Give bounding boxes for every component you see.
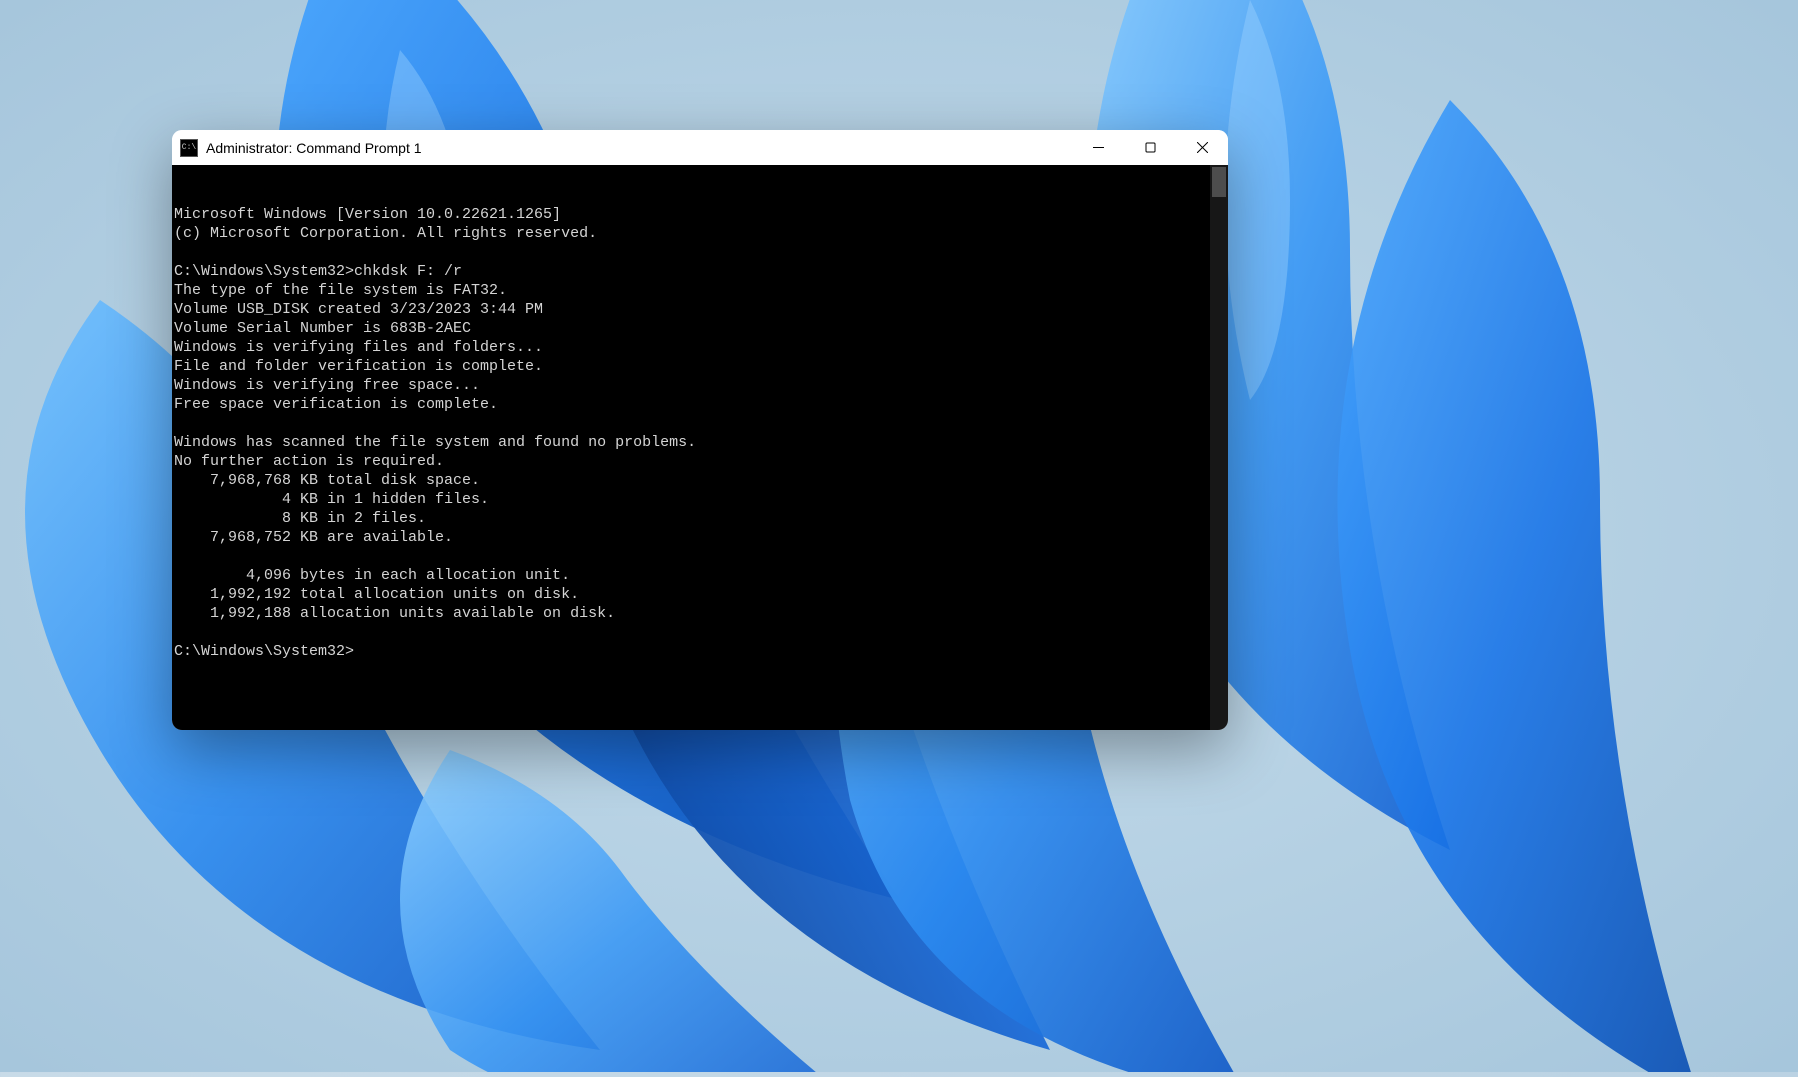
- window-title: Administrator: Command Prompt 1: [206, 140, 422, 156]
- title-bar-left: C:\ Administrator: Command Prompt 1: [180, 139, 422, 157]
- maximize-button[interactable]: [1124, 130, 1176, 165]
- scrollbar-thumb[interactable]: [1212, 167, 1226, 197]
- cmd-icon: C:\: [180, 139, 198, 157]
- scrollbar-track[interactable]: [1210, 165, 1228, 730]
- minimize-button[interactable]: [1072, 130, 1124, 165]
- command-prompt-window: C:\ Administrator: Command Prompt 1 Micr…: [172, 130, 1228, 730]
- window-controls: [1072, 130, 1228, 165]
- terminal-body[interactable]: Microsoft Windows [Version 10.0.22621.12…: [172, 165, 1228, 730]
- close-button[interactable]: [1176, 130, 1228, 165]
- title-bar[interactable]: C:\ Administrator: Command Prompt 1: [172, 130, 1228, 165]
- terminal-output: Microsoft Windows [Version 10.0.22621.12…: [174, 205, 1226, 661]
